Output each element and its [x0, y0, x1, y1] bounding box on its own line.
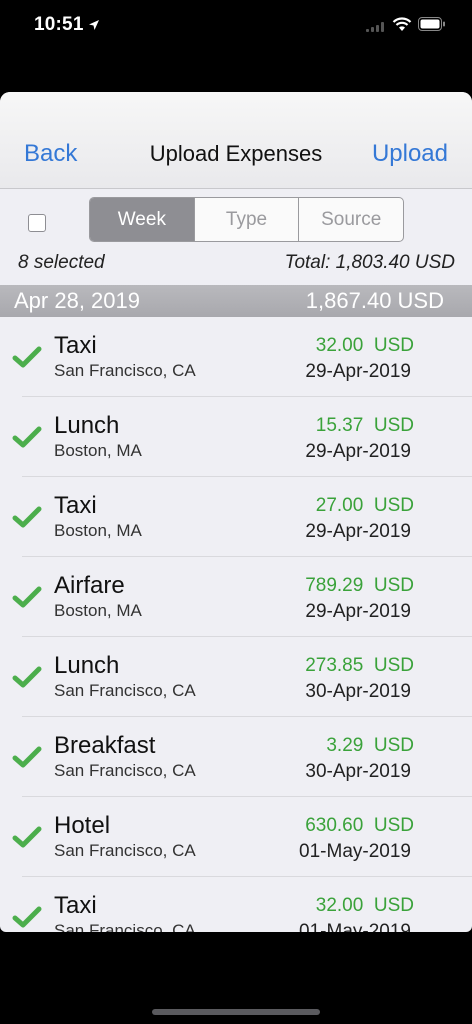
battery-icon	[418, 17, 445, 31]
status-time: 10:51	[34, 14, 84, 35]
expense-amount: 27.00 USD	[315, 495, 414, 516]
checkmark-icon[interactable]	[12, 425, 42, 449]
checkmark-icon[interactable]	[12, 905, 42, 929]
expense-row[interactable]: Lunch San Francisco, CA 273.85 USD 30-Ap…	[0, 637, 472, 717]
expense-title: Lunch	[54, 652, 120, 679]
expense-title: Airfare	[54, 572, 125, 599]
expense-title: Breakfast	[54, 732, 156, 759]
expense-date: 29-Apr-2019	[305, 361, 411, 382]
navigation-bar: Back Upload Expenses Upload	[0, 92, 472, 189]
expense-row[interactable]: Hotel San Francisco, CA 630.60 USD 01-Ma…	[0, 797, 472, 877]
select-all-checkbox[interactable]	[28, 214, 46, 232]
expense-list: Taxi San Francisco, CA 32.00 USD 29-Apr-…	[0, 317, 472, 932]
expense-location: San Francisco, CA	[54, 681, 196, 700]
location-arrow-icon	[89, 20, 99, 30]
expense-location: Boston, MA	[54, 521, 142, 540]
status-bar: 10:51	[0, 0, 472, 52]
upload-button[interactable]: Upload	[372, 140, 448, 168]
expense-date: 01-May-2019	[299, 921, 411, 932]
expense-amount: 32.00 USD	[315, 895, 414, 916]
expense-date: 29-Apr-2019	[305, 521, 411, 542]
expense-row[interactable]: Taxi San Francisco, CA 32.00 USD 29-Apr-…	[0, 317, 472, 397]
expense-amount: 15.37 USD	[315, 415, 414, 436]
section-total: 1,867.40 USD	[305, 288, 444, 313]
segment-week[interactable]: Week	[90, 198, 195, 241]
expense-location: Boston, MA	[54, 601, 142, 620]
expense-amount: 789.29 USD	[305, 575, 414, 596]
section-header: Apr 28, 2019 1,867.40 USD	[0, 285, 472, 317]
total-amount: Total: 1,803.40 USD	[284, 252, 455, 273]
expense-location: San Francisco, CA	[54, 921, 196, 932]
expense-amount: 273.85 USD	[305, 655, 414, 676]
expense-date: 30-Apr-2019	[305, 681, 411, 702]
signal-icon	[366, 22, 384, 32]
expense-title: Hotel	[54, 812, 111, 839]
expense-location: Boston, MA	[54, 441, 142, 460]
expense-row[interactable]: Lunch Boston, MA 15.37 USD 29-Apr-2019	[0, 397, 472, 477]
segment-source[interactable]: Source	[299, 198, 403, 241]
checkmark-icon[interactable]	[12, 825, 42, 849]
expense-location: San Francisco, CA	[54, 361, 196, 380]
expense-amount: 32.00 USD	[315, 335, 414, 356]
checkmark-icon[interactable]	[12, 665, 42, 689]
segment-type[interactable]: Type	[195, 198, 300, 241]
expense-row[interactable]: Taxi San Francisco, CA 32.00 USD 01-May-…	[0, 877, 472, 932]
checkmark-icon[interactable]	[12, 585, 42, 609]
expense-amount: 3.29 USD	[326, 735, 414, 756]
expense-row[interactable]: Airfare Boston, MA 789.29 USD 29-Apr-201…	[0, 557, 472, 637]
expense-location: San Francisco, CA	[54, 761, 196, 780]
upload-expenses-sheet: Back Upload Expenses Upload Week Type So…	[0, 92, 472, 932]
checkmark-icon[interactable]	[12, 345, 42, 369]
expense-row[interactable]: Breakfast San Francisco, CA 3.29 USD 30-…	[0, 717, 472, 797]
expense-title: Taxi	[54, 332, 97, 359]
expense-amount: 630.60 USD	[305, 815, 414, 836]
expense-title: Taxi	[54, 892, 97, 919]
selected-count: 8 selected	[18, 252, 105, 273]
expense-date: 30-Apr-2019	[305, 761, 411, 782]
wifi-icon	[392, 17, 412, 31]
checkmark-icon[interactable]	[12, 505, 42, 529]
expense-title: Lunch	[54, 412, 120, 439]
section-date: Apr 28, 2019	[14, 288, 140, 313]
expense-date: 29-Apr-2019	[305, 601, 411, 622]
checkmark-icon[interactable]	[12, 745, 42, 769]
expense-title: Taxi	[54, 492, 97, 519]
home-indicator[interactable]	[152, 1009, 320, 1015]
expense-row[interactable]: Taxi Boston, MA 27.00 USD 29-Apr-2019	[0, 477, 472, 557]
group-by-segmented-control: Week Type Source	[89, 197, 404, 242]
expense-location: San Francisco, CA	[54, 841, 196, 860]
expense-date: 29-Apr-2019	[305, 441, 411, 462]
expense-date: 01-May-2019	[299, 841, 411, 862]
